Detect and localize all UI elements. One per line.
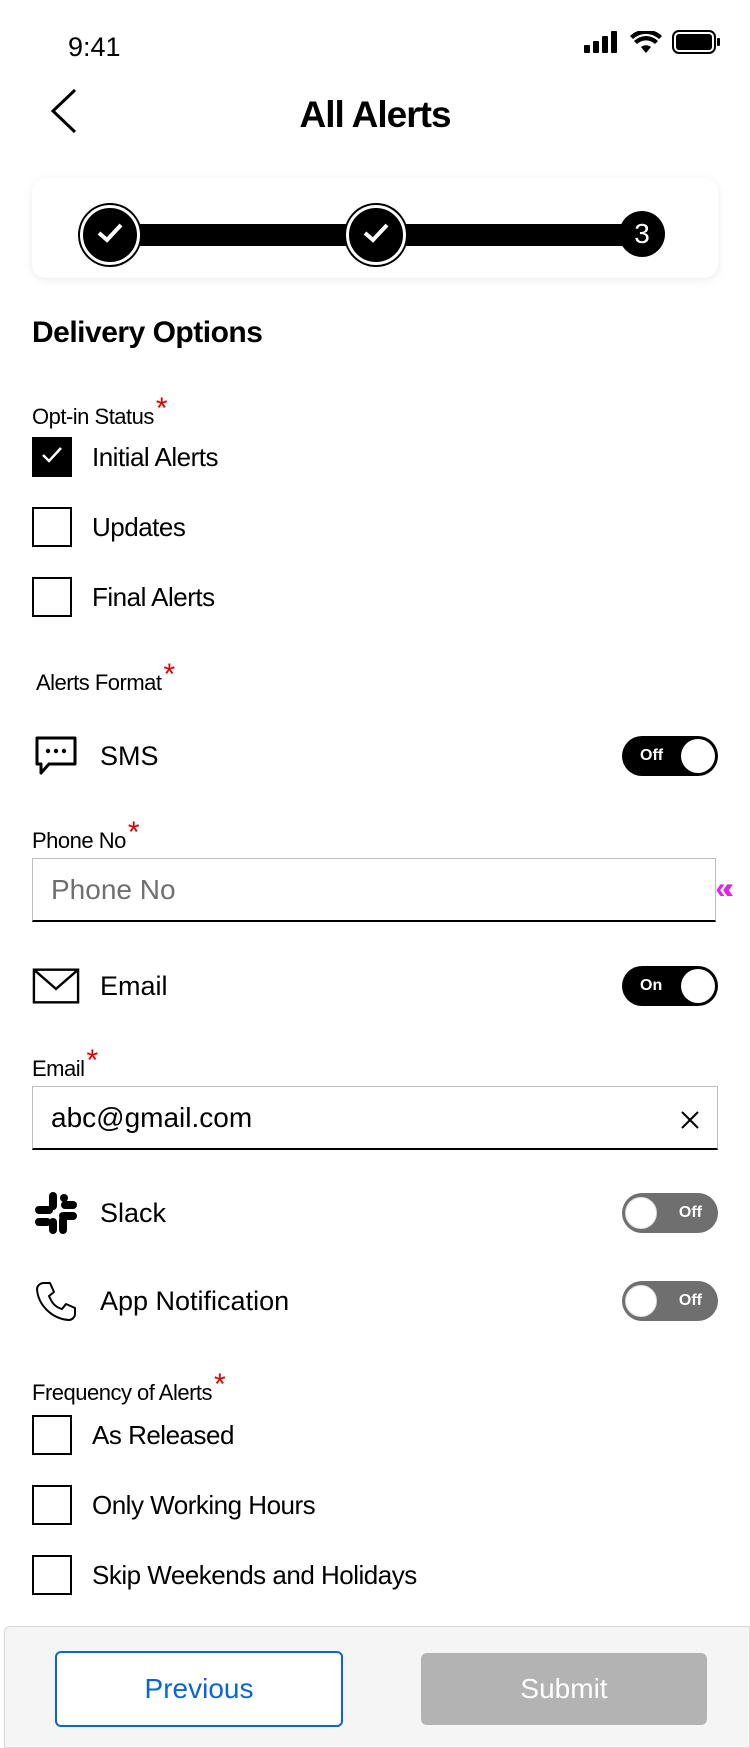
toggle-knob bbox=[681, 739, 715, 773]
drag-handle-icon[interactable]: «‹ bbox=[715, 872, 733, 906]
toggle-state: Off bbox=[678, 1204, 702, 1221]
checkbox-label: Skip Weekends and Holidays bbox=[92, 1559, 417, 1590]
phone-icon bbox=[32, 1277, 80, 1325]
checkbox-box[interactable] bbox=[32, 1485, 72, 1525]
app-notification-label: App Notification bbox=[100, 1285, 290, 1316]
section-title: Delivery Options bbox=[32, 316, 263, 349]
app-notification-toggle[interactable]: Off bbox=[622, 1281, 718, 1321]
sms-toggle[interactable]: Off bbox=[622, 736, 718, 776]
chat-bubble-icon bbox=[32, 732, 80, 780]
checkbox-label: Initial Alerts bbox=[92, 441, 218, 472]
toggle-knob bbox=[681, 969, 715, 1003]
envelope-icon bbox=[32, 962, 80, 1010]
checkbox-as-released[interactable]: As Released bbox=[32, 1415, 234, 1455]
channel-slack: Slack Off bbox=[32, 1188, 718, 1238]
required-asterisk: * bbox=[163, 658, 176, 691]
checkbox-label: Final Alerts bbox=[92, 581, 215, 612]
slack-label: Slack bbox=[100, 1197, 167, 1228]
checkmark-icon bbox=[41, 446, 63, 469]
battery-icon bbox=[672, 30, 720, 59]
checkbox-box[interactable] bbox=[32, 577, 72, 617]
channel-sms: SMS Off bbox=[32, 731, 718, 781]
checkbox-label: Only Working Hours bbox=[92, 1489, 316, 1520]
checkmark-icon bbox=[362, 222, 390, 249]
status-time: 9:41 bbox=[68, 32, 121, 62]
alerts-format-text: Alerts Format bbox=[36, 670, 162, 695]
close-icon[interactable] bbox=[679, 1106, 701, 1138]
email-toggle[interactable]: On bbox=[622, 966, 718, 1006]
phone-no-text: Phone No bbox=[32, 828, 126, 853]
toggle-knob bbox=[625, 1197, 657, 1229]
opt-in-status-label: Opt-in Status* bbox=[32, 392, 168, 432]
email-field-text: Email bbox=[32, 1056, 85, 1081]
phone-no-placeholder: Phone No bbox=[51, 873, 176, 905]
channel-email: Email On bbox=[32, 961, 718, 1011]
required-asterisk: * bbox=[127, 816, 140, 849]
submit-button[interactable]: Submit bbox=[421, 1653, 707, 1725]
required-asterisk: * bbox=[214, 1368, 226, 1401]
status-icons bbox=[584, 29, 720, 59]
slack-toggle[interactable]: Off bbox=[622, 1193, 718, 1233]
frequency-text: Frequency of Alerts bbox=[32, 1380, 213, 1405]
slack-icon bbox=[32, 1189, 80, 1237]
frequency-label: Frequency of Alerts* bbox=[32, 1368, 226, 1408]
required-asterisk: * bbox=[155, 392, 168, 425]
email-input[interactable]: abc@gmail.com bbox=[32, 1086, 718, 1150]
status-bar: 9:41 bbox=[0, 0, 750, 88]
toggle-state: Off bbox=[640, 747, 664, 764]
step-1-complete bbox=[80, 205, 140, 265]
opt-in-status-text: Opt-in Status bbox=[32, 404, 154, 429]
previous-button[interactable]: Previous bbox=[55, 1651, 343, 1727]
email-field-label: Email* bbox=[32, 1044, 98, 1084]
checkbox-final-alerts[interactable]: Final Alerts bbox=[32, 577, 215, 617]
sms-label: SMS bbox=[100, 740, 159, 771]
channel-app-notification: App Notification Off bbox=[32, 1276, 718, 1326]
checkbox-only-working-hours[interactable]: Only Working Hours bbox=[32, 1485, 316, 1525]
checkbox-box[interactable] bbox=[32, 507, 72, 547]
header: All Alerts bbox=[0, 88, 750, 144]
checkbox-updates[interactable]: Updates bbox=[32, 507, 186, 547]
phone-no-label: Phone No* bbox=[32, 816, 140, 856]
phone-no-input[interactable]: Phone No bbox=[32, 858, 716, 922]
checkbox-skip-weekends[interactable]: Skip Weekends and Holidays bbox=[32, 1555, 417, 1595]
checkbox-initial-alerts[interactable]: Initial Alerts bbox=[32, 437, 218, 477]
step-2-complete bbox=[346, 205, 406, 265]
email-channel-label: Email bbox=[100, 970, 168, 1001]
wifi-icon bbox=[630, 29, 662, 58]
toggle-knob bbox=[625, 1285, 657, 1317]
checkbox-box[interactable] bbox=[32, 1555, 72, 1595]
email-input-value: abc@gmail.com bbox=[51, 1101, 253, 1133]
alerts-format-label: Alerts Format* bbox=[36, 658, 175, 698]
signal-icon bbox=[584, 31, 620, 58]
bottom-action-bar: Previous Submit bbox=[4, 1626, 750, 1748]
checkbox-label: As Released bbox=[92, 1419, 234, 1450]
checkbox-label: Updates bbox=[92, 511, 186, 542]
required-asterisk: * bbox=[86, 1044, 99, 1077]
toggle-state: Off bbox=[678, 1292, 702, 1309]
page-title: All Alerts bbox=[299, 94, 451, 135]
checkmark-icon bbox=[96, 222, 124, 249]
checkbox-box[interactable] bbox=[32, 1415, 72, 1455]
toggle-state: On bbox=[640, 977, 663, 994]
checkbox-box[interactable] bbox=[32, 437, 72, 477]
step-3-current: 3 bbox=[619, 211, 665, 257]
